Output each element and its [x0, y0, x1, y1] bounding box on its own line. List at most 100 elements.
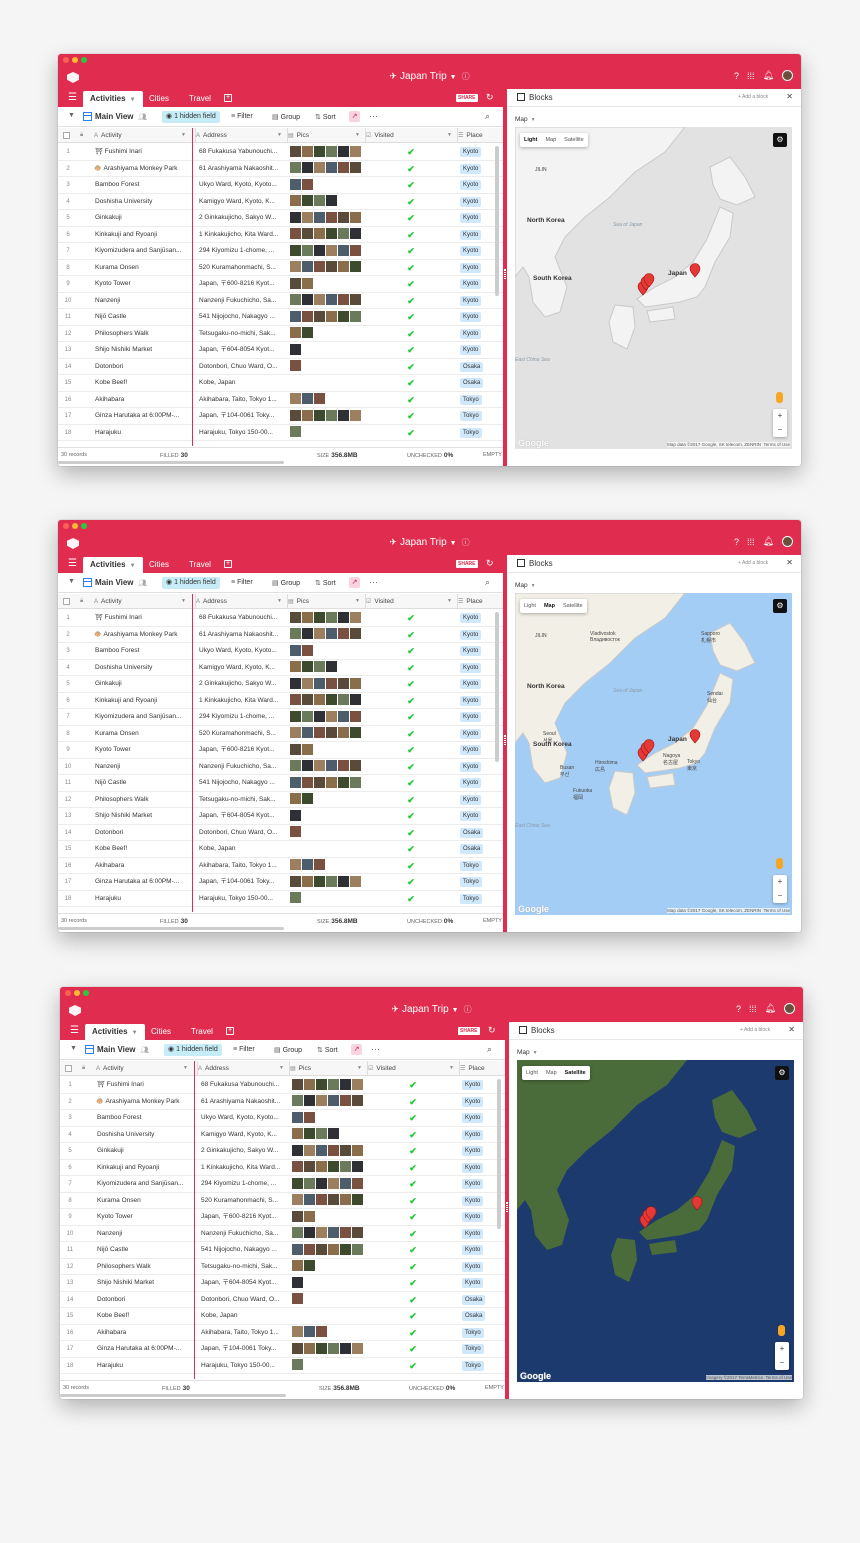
photo-thumbnail[interactable]	[338, 760, 349, 772]
photo-thumbnail[interactable]	[314, 393, 325, 405]
row-number[interactable]: 8	[60, 260, 76, 276]
add-block-button[interactable]: + Add a block	[738, 94, 768, 100]
photo-thumbnail[interactable]	[326, 211, 337, 223]
row-number[interactable]: 14	[60, 825, 76, 841]
row-number[interactable]: 6	[60, 227, 76, 243]
pics-cell[interactable]	[288, 276, 364, 292]
notification-bell-icon[interactable]: 🔔︎	[763, 536, 774, 547]
row-number[interactable]: 10	[60, 759, 76, 775]
visited-checkbox[interactable]: ✔	[368, 1209, 458, 1225]
activity-cell[interactable]: Kinkakuji and Ryoanji	[94, 1160, 194, 1176]
pics-cell[interactable]	[290, 1275, 366, 1291]
address-cell[interactable]: 68 Fukakusa Yabunouchi...	[198, 1077, 288, 1093]
table-row[interactable]: 16 Akihabara Akihabara, Taito, Tokyo 1..…	[58, 858, 503, 874]
place-cell[interactable]: Kyoto	[458, 243, 498, 259]
pics-cell[interactable]	[290, 1226, 366, 1242]
photo-thumbnail[interactable]	[304, 1342, 315, 1354]
map-block-title[interactable]: Map ▼	[515, 582, 536, 589]
photo-thumbnail[interactable]	[338, 875, 349, 887]
photo-thumbnail[interactable]	[302, 694, 313, 706]
row-number[interactable]: 8	[62, 1193, 78, 1209]
address-cell[interactable]: Kobe, Japan	[196, 375, 286, 391]
place-cell[interactable]: Osaka	[458, 825, 498, 841]
photo-thumbnail[interactable]	[314, 875, 325, 887]
add-block-button[interactable]: + Add a block	[740, 1027, 770, 1033]
view-name[interactable]: Main View	[95, 578, 134, 587]
visited-checkbox[interactable]: ✔	[368, 1077, 458, 1093]
pics-cell[interactable]	[288, 194, 364, 210]
table-row[interactable]: 16 Akihabara Akihabara, Taito, Tokyo 1..…	[58, 392, 503, 408]
pics-cell[interactable]	[288, 808, 364, 824]
column-header-activity[interactable]: A Activity ▼	[94, 594, 190, 609]
place-cell[interactable]: Kyoto	[458, 759, 498, 775]
row-number[interactable]: 5	[60, 210, 76, 226]
view-name[interactable]: Main View	[97, 1045, 136, 1054]
photo-thumbnail[interactable]	[290, 644, 301, 656]
pics-cell[interactable]	[290, 1358, 366, 1374]
pics-cell[interactable]	[290, 1193, 366, 1209]
empty-summary[interactable]: EMPTY	[483, 918, 502, 924]
photo-thumbnail[interactable]	[316, 1227, 327, 1239]
photo-thumbnail[interactable]	[292, 1276, 303, 1288]
address-cell[interactable]: Tetsugaku-no-michi, Sak...	[198, 1259, 288, 1275]
photo-thumbnail[interactable]	[314, 694, 325, 706]
visited-checkbox[interactable]: ✔	[368, 1341, 458, 1357]
pics-cell[interactable]	[288, 759, 364, 775]
photo-thumbnail[interactable]	[326, 875, 337, 887]
address-cell[interactable]: Harajuku, Tokyo 150-00...	[196, 425, 286, 441]
photo-thumbnail[interactable]	[314, 145, 325, 157]
table-row[interactable]: 14 Dotonbori Dotonbori, Chuo Ward, O... …	[58, 825, 503, 841]
row-number[interactable]: 14	[60, 359, 76, 375]
share-view-icon[interactable]: ↗	[349, 111, 360, 122]
photo-thumbnail[interactable]	[338, 310, 349, 322]
activity-cell[interactable]: Shijo Nishiki Market	[92, 342, 192, 358]
pics-cell[interactable]	[288, 610, 364, 626]
activity-cell[interactable]: Doshisha University	[92, 194, 192, 210]
photo-thumbnail[interactable]	[290, 244, 301, 256]
column-header-activity[interactable]: A Activity ▼	[94, 128, 190, 143]
pics-cell[interactable]	[288, 693, 364, 709]
activity-cell[interactable]: Dotonbori	[94, 1292, 194, 1308]
visited-checkbox[interactable]: ✔	[366, 425, 456, 441]
close-icon[interactable]: ✕	[786, 558, 793, 567]
photo-thumbnail[interactable]	[290, 294, 301, 306]
photo-thumbnail[interactable]	[290, 760, 301, 772]
activity-cell[interactable]: Kyoto Tower	[92, 276, 192, 292]
visited-checkbox[interactable]: ✔	[366, 342, 456, 358]
street-view-pegman-icon[interactable]	[778, 1325, 785, 1336]
visited-checkbox[interactable]: ✔	[366, 627, 456, 643]
table-row[interactable]: 6 Kinkakuji and Ryoanji 1 Kinkakujicho, …	[58, 227, 503, 243]
activity-cell[interactable]: Kyoto Tower	[92, 742, 192, 758]
photo-thumbnail[interactable]	[290, 261, 301, 273]
photo-thumbnail[interactable]	[352, 1144, 363, 1156]
visited-checkbox[interactable]: ✔	[366, 775, 456, 791]
pics-cell[interactable]	[288, 408, 364, 424]
table-row[interactable]: 9 Kyoto Tower Japan, 〒600-8216 Kyot... ✔…	[60, 1209, 505, 1226]
add-table-button[interactable]: +	[224, 560, 232, 568]
photo-thumbnail[interactable]	[316, 1326, 327, 1338]
photo-thumbnail[interactable]	[326, 611, 337, 623]
pics-cell[interactable]	[288, 825, 364, 841]
history-icon[interactable]: ↻	[488, 1025, 496, 1036]
column-header-visited[interactable]: ☑ Visited ▼	[366, 128, 456, 143]
photo-thumbnail[interactable]	[290, 875, 301, 887]
history-icon[interactable]: ↻	[486, 558, 494, 569]
photo-thumbnail[interactable]	[304, 1095, 315, 1107]
info-icon[interactable]: ⓘ	[464, 1005, 472, 1014]
photo-thumbnail[interactable]	[326, 261, 337, 273]
activity-cell[interactable]: Doshisha University	[94, 1127, 194, 1143]
photo-thumbnail[interactable]	[302, 327, 313, 339]
visited-checkbox[interactable]: ✔	[366, 144, 456, 160]
activity-cell[interactable]: Kurama Onsen	[92, 726, 192, 742]
visited-checkbox[interactable]: ✔	[366, 709, 456, 725]
sidebar-toggle-icon[interactable]: ▼	[70, 1045, 77, 1052]
photo-thumbnail[interactable]	[292, 1260, 303, 1272]
photo-thumbnail[interactable]	[290, 277, 301, 289]
pics-cell[interactable]	[290, 1242, 366, 1258]
photo-thumbnail[interactable]	[350, 228, 361, 240]
table-row[interactable]: 1 ⛩ Fushimi Inari 68 Fukakusa Yabunouchi.…	[58, 144, 503, 161]
address-cell[interactable]: Japan, 〒600-8216 Kyot...	[196, 276, 286, 292]
activity-cell[interactable]: ⛩ Fushimi Inari	[92, 610, 192, 626]
history-icon[interactable]: ↻	[486, 92, 494, 103]
frozen-column-divider[interactable]	[192, 128, 193, 446]
